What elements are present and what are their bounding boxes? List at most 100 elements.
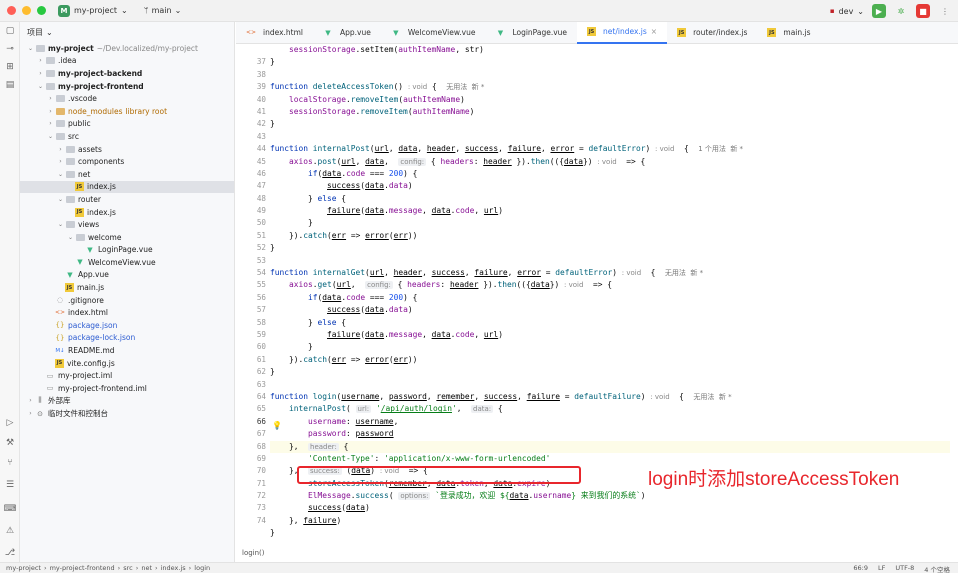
build-tool-icon[interactable]: ⚒ [0, 434, 20, 452]
breadcrumb-item[interactable]: src [123, 564, 133, 572]
tree-item[interactable]: › .idea [20, 55, 234, 68]
problems-warning-icon[interactable]: ⚠ [0, 522, 20, 540]
tab-main-js[interactable]: JS main.js [757, 22, 820, 44]
chevron-right-icon[interactable]: › [56, 146, 65, 153]
folder-orange-icon [55, 107, 65, 115]
chevron-right-icon[interactable]: › [26, 410, 35, 417]
chevron-down-icon[interactable]: ⌄ [46, 133, 55, 140]
tree-item[interactable]: › public [20, 118, 234, 131]
breadcrumb-item[interactable]: my-project-frontend [50, 564, 115, 572]
tab-loginpage-vue[interactable]: ▼ LoginPage.vue [485, 22, 577, 44]
run-tool-icon[interactable]: ▷ [0, 414, 20, 432]
code-line: } else { [270, 317, 347, 327]
branch-selector[interactable]: ᛘ main ⌄ [144, 6, 182, 15]
code-line: password: password [308, 429, 394, 439]
tree-item[interactable]: ▼ LoginPage.vue [20, 244, 234, 257]
chevron-down-icon[interactable]: ⌄ [66, 234, 75, 241]
tree-item[interactable]: JS vite.config.js [20, 357, 234, 370]
bookmarks-tool-icon[interactable]: ▤ [0, 76, 20, 94]
tree-item-label: .vscode [68, 94, 97, 104]
tree-item[interactable]: ▼ WelcomeView.vue [20, 256, 234, 269]
chevron-right-icon[interactable]: › [46, 95, 55, 102]
tree-item[interactable]: ⌄ router [20, 193, 234, 206]
breadcrumb-item[interactable]: net [141, 564, 152, 572]
folder-icon [55, 120, 65, 128]
tree-item[interactable]: ⌄ welcome [20, 231, 234, 244]
chevron-right-icon[interactable]: › [26, 397, 35, 404]
tab-app-vue[interactable]: ▼ App.vue [313, 22, 381, 44]
project-panel-header[interactable]: 项目 ⌄ [20, 22, 234, 42]
tree-item[interactable]: {} package-lock.json [20, 332, 234, 345]
tree-item[interactable]: › .vscode [20, 92, 234, 105]
run-button[interactable]: ▶ [872, 4, 886, 18]
commit-tool-icon[interactable]: ⊸ [0, 40, 20, 58]
close-window-button[interactable] [7, 6, 16, 15]
chevron-down-icon[interactable]: ⌄ [56, 221, 65, 228]
tree-item-label: assets [78, 144, 102, 154]
breadcrumb-item[interactable]: login [194, 564, 210, 572]
tree-item[interactable]: › assets [20, 143, 234, 156]
tree-item[interactable]: ▭ my-project.iml [20, 369, 234, 382]
terminal-tool-icon[interactable]: ⌨ [0, 500, 20, 518]
tab-index-html[interactable]: <> index.html [236, 22, 313, 44]
tree-item[interactable]: ⌄ src [20, 130, 234, 143]
tree-item[interactable]: ⌄ my-project-frontend [20, 80, 234, 93]
chevron-down-icon: ⌄ [174, 6, 182, 15]
tree-item[interactable]: M↓ README.md [20, 344, 234, 357]
tree-item[interactable]: {} package.json [20, 319, 234, 332]
tab-welcomeview-vue[interactable]: ▼ WelcomeView.vue [381, 22, 486, 44]
folder-icon [55, 132, 65, 140]
line-number: 40 [256, 94, 266, 104]
tab-router-index-js[interactable]: JS router/index.js [667, 22, 757, 44]
close-icon[interactable]: × [651, 27, 657, 36]
run-config-selector[interactable]: ▪ dev ⌄ [830, 7, 864, 16]
intention-bulb-icon[interactable]: 💡 [272, 421, 282, 430]
tree-item[interactable]: JS main.js [20, 281, 234, 294]
breadcrumb-item[interactable]: my-project [6, 564, 41, 572]
line-number: 42 [256, 119, 266, 129]
chevron-right-icon[interactable]: › [56, 158, 65, 165]
tree-item[interactable]: › components [20, 155, 234, 168]
vcs-tool-icon[interactable]: ⎇ [0, 544, 20, 562]
tree-item[interactable]: ⌄ views [20, 218, 234, 231]
tree-item-label: views [78, 220, 100, 230]
tree-item-label: net [78, 169, 91, 179]
stop-button[interactable]: ■ [916, 4, 930, 18]
line-number: 47 [256, 181, 266, 191]
tree-item[interactable]: › ⫼ 外部库 [20, 395, 234, 408]
tree-item[interactable]: ⌄ net [20, 168, 234, 181]
tree-item[interactable]: <> index.html [20, 306, 234, 319]
tree-item[interactable]: JS index.js [20, 180, 234, 194]
project-selector[interactable]: M my-project ⌄ [58, 4, 128, 17]
chevron-right-icon[interactable]: › [46, 108, 55, 115]
minimize-window-button[interactable] [22, 6, 31, 15]
debug-button[interactable]: ✲ [894, 4, 908, 18]
tree-item[interactable]: › node_modules library root [20, 105, 234, 118]
tree-item[interactable]: ◌ .gitignore [20, 294, 234, 307]
structure-tool-icon[interactable]: ⊞ [0, 58, 20, 76]
function-breadcrumb[interactable]: login() [236, 549, 958, 562]
chevron-right-icon[interactable]: › [36, 57, 45, 64]
more-icon[interactable]: ⋮ [938, 4, 952, 18]
maximize-window-button[interactable] [37, 6, 46, 15]
chevron-down-icon[interactable]: ⌄ [36, 83, 45, 90]
chevron-down-icon[interactable]: ⌄ [26, 45, 35, 52]
breadcrumb-item[interactable]: index.js [161, 564, 186, 572]
tab-label: LoginPage.vue [512, 28, 568, 37]
tree-item-label: vite.config.js [67, 358, 115, 368]
chevron-down-icon[interactable]: ⌄ [56, 171, 65, 178]
tree-item[interactable]: › my-project-backend [20, 67, 234, 80]
tree-item[interactable]: JS index.js [20, 206, 234, 219]
git-tool-icon[interactable]: ⑂ [0, 454, 20, 472]
chevron-right-icon[interactable]: › [36, 70, 45, 77]
highlight-box [297, 466, 581, 484]
tree-item[interactable]: ▭ my-project-frontend.iml [20, 382, 234, 395]
chevron-right-icon[interactable]: › [46, 120, 55, 127]
chevron-down-icon[interactable]: ⌄ [56, 196, 65, 203]
problems-tool-icon[interactable]: ☰ [0, 476, 20, 494]
tab-net-index-js[interactable]: JS net/index.js × [577, 21, 668, 44]
tree-item[interactable]: ▼ App.vue [20, 269, 234, 282]
tree-item[interactable]: › ⊙ 临时文件和控制台 [20, 407, 234, 420]
tree-item[interactable]: ⌄ my-project ~/Dev.localized/my-project [20, 42, 234, 55]
project-tool-icon[interactable]: ▢ [0, 22, 20, 40]
